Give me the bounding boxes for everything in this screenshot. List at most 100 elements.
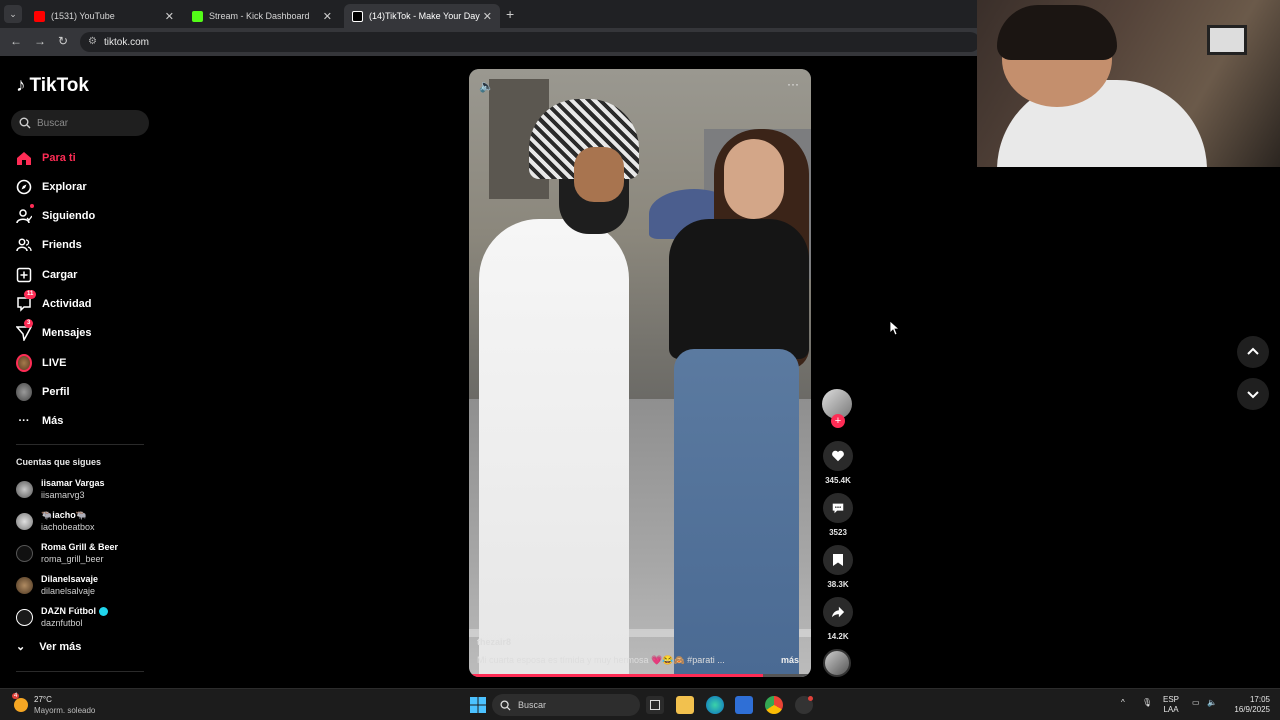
taskbar-search-label: Buscar bbox=[518, 700, 547, 710]
nav-item-live[interactable]: LIVE bbox=[16, 354, 66, 372]
webcam-overlay bbox=[977, 0, 1280, 167]
caption-more-button[interactable]: más bbox=[781, 655, 799, 665]
account-handle: iisamarvg3 bbox=[41, 490, 85, 500]
weather-widget[interactable]: 4 27°C Mayorm. soleado bbox=[12, 693, 96, 716]
sun-icon: 4 bbox=[12, 693, 28, 712]
video-author[interactable]: thezair8 bbox=[477, 637, 511, 647]
language-indicator[interactable]: ESP LAA bbox=[1163, 695, 1179, 715]
music-disc[interactable] bbox=[823, 649, 851, 677]
video-woman-face bbox=[724, 139, 784, 219]
logo-text: TikTok bbox=[29, 75, 89, 96]
following-account[interactable]: Roma Grill & Beer roma_grill_beer bbox=[16, 541, 118, 565]
mouse-cursor-icon bbox=[890, 321, 900, 336]
volume-icon[interactable]: 🔈 bbox=[479, 79, 494, 93]
forward-icon[interactable]: → bbox=[34, 34, 46, 48]
tray-chevron-up-icon[interactable]: ^ bbox=[1121, 698, 1125, 708]
video-player[interactable]: 🔈 ··· thezair8 Mi cuarta esposa es tímid… bbox=[469, 69, 811, 677]
nav-label: Mensajes bbox=[42, 327, 92, 339]
profile-icon bbox=[16, 383, 32, 401]
chevron-down-icon bbox=[1247, 391, 1259, 399]
close-icon[interactable]: ✕ bbox=[323, 10, 332, 23]
tab-youtube[interactable]: (1531) YouTube ✕ bbox=[26, 4, 182, 28]
like-button[interactable] bbox=[823, 441, 853, 471]
comment-count: 3523 bbox=[829, 528, 847, 537]
live-icon bbox=[16, 354, 32, 372]
see-more-button[interactable]: ⌄ Ver más bbox=[16, 640, 81, 654]
following-section-title: Cuentas que sigues bbox=[16, 457, 102, 467]
share-button[interactable] bbox=[823, 597, 853, 627]
windows-icon bbox=[470, 697, 486, 713]
comment-button[interactable] bbox=[823, 493, 853, 523]
follow-plus-icon[interactable]: + bbox=[831, 414, 845, 428]
search-icon bbox=[19, 117, 31, 129]
account-name: DAZN Fútbol bbox=[41, 605, 108, 617]
file-explorer-icon[interactable] bbox=[676, 696, 694, 714]
tab-tiktok[interactable]: (14)TikTok - Make Your Day ✕ bbox=[344, 4, 500, 28]
nav-item-explorar[interactable]: Explorar bbox=[16, 178, 87, 196]
tab-kick[interactable]: Stream - Kick Dashboard ✕ bbox=[184, 4, 340, 28]
following-account[interactable]: 🐃iacho🐃 iachobeatbox bbox=[16, 509, 95, 533]
start-button[interactable] bbox=[469, 696, 487, 714]
tab-search-button[interactable]: ⌄ bbox=[4, 5, 22, 23]
site-info-icon[interactable]: ⚙ bbox=[88, 36, 97, 47]
video-man-face bbox=[574, 147, 624, 202]
activity-icon: 11 bbox=[16, 290, 37, 312]
save-button[interactable] bbox=[823, 545, 853, 575]
nav-item-perfil[interactable]: Perfil bbox=[16, 383, 70, 401]
account-handle: dilanelsalvaje bbox=[41, 586, 96, 596]
video-woman-top bbox=[669, 219, 809, 359]
previous-video-button[interactable] bbox=[1237, 336, 1269, 368]
divider bbox=[16, 444, 144, 445]
taskbar: 4 27°C Mayorm. soleado Buscar ^ 🎙 ESP LA… bbox=[0, 688, 1280, 720]
store-icon[interactable] bbox=[735, 696, 753, 714]
back-icon[interactable]: ← bbox=[10, 34, 22, 48]
nav-label: Explorar bbox=[42, 181, 87, 193]
edge-icon[interactable] bbox=[706, 696, 724, 714]
url-text: tiktok.com bbox=[104, 36, 150, 48]
chevron-down-icon: ⌄ bbox=[16, 641, 26, 653]
nav-item-cargar[interactable]: Cargar bbox=[16, 266, 77, 284]
tiktok-logo[interactable]: ♪ TikTok bbox=[16, 75, 89, 97]
new-tab-button[interactable]: + bbox=[506, 6, 514, 22]
nav-item-mas[interactable]: ··· Más bbox=[16, 412, 64, 430]
chrome-icon[interactable] bbox=[765, 696, 783, 714]
following-account[interactable]: Dilanelsavaje dilanelsalvaje bbox=[16, 573, 98, 597]
sidebar: ♪ TikTok Buscar Para ti Explorar Siguien… bbox=[0, 56, 160, 688]
reload-icon[interactable]: ↻ bbox=[58, 34, 68, 48]
microphone-icon[interactable]: 🎙 bbox=[1142, 698, 1152, 708]
weather-description: Mayorm. soleado bbox=[34, 706, 96, 715]
clock[interactable]: 17:05 16/9/2025 bbox=[1226, 695, 1270, 715]
account-name: Roma Grill & Beer bbox=[41, 542, 119, 552]
nav-item-para-ti[interactable]: Para ti bbox=[16, 149, 76, 167]
like-action[interactable]: 345.4K bbox=[822, 441, 854, 485]
comment-action[interactable]: 3523 bbox=[822, 493, 854, 537]
app-icon[interactable] bbox=[795, 696, 813, 714]
following-account[interactable]: iisamar Vargas iisamarvg3 bbox=[16, 477, 105, 501]
share-action[interactable]: 14.2K bbox=[822, 597, 854, 641]
taskbar-search[interactable]: Buscar bbox=[492, 694, 640, 716]
video-progress-bar[interactable] bbox=[469, 674, 811, 677]
network-icon[interactable]: ▭ bbox=[1192, 698, 1200, 708]
account-name: iisamar Vargas bbox=[41, 478, 105, 488]
url-field[interactable]: ⚙ tiktok.com bbox=[80, 32, 980, 52]
close-icon[interactable]: ✕ bbox=[165, 10, 174, 23]
close-icon[interactable]: ✕ bbox=[483, 10, 492, 23]
more-options-icon[interactable]: ··· bbox=[787, 77, 799, 91]
task-view-icon[interactable] bbox=[646, 696, 664, 714]
nav-item-mensajes[interactable]: 3 Mensajes bbox=[16, 319, 92, 342]
account-handle: roma_grill_beer bbox=[41, 554, 104, 564]
tiktok-note-icon: ♪ bbox=[16, 75, 26, 96]
save-action[interactable]: 38.3K bbox=[822, 545, 854, 589]
nav-item-siguiendo[interactable]: Siguiendo bbox=[16, 204, 95, 225]
nav-item-actividad[interactable]: 11 Actividad bbox=[16, 290, 92, 313]
avatar bbox=[16, 576, 33, 594]
volume-icon[interactable]: 🔈 bbox=[1207, 698, 1217, 708]
following-account[interactable]: DAZN Fútbol daznfutbol bbox=[16, 605, 108, 629]
tab-label: (14)TikTok - Make Your Day bbox=[369, 11, 480, 21]
nav-item-friends[interactable]: Friends bbox=[16, 236, 82, 254]
search-input[interactable]: Buscar bbox=[11, 110, 149, 136]
video-caption: Mi cuarta esposa es tímida y muy hermosa… bbox=[477, 655, 725, 665]
account-handle: daznfutbol bbox=[41, 618, 83, 628]
next-video-button[interactable] bbox=[1237, 378, 1269, 410]
bookmark-icon bbox=[833, 554, 843, 566]
